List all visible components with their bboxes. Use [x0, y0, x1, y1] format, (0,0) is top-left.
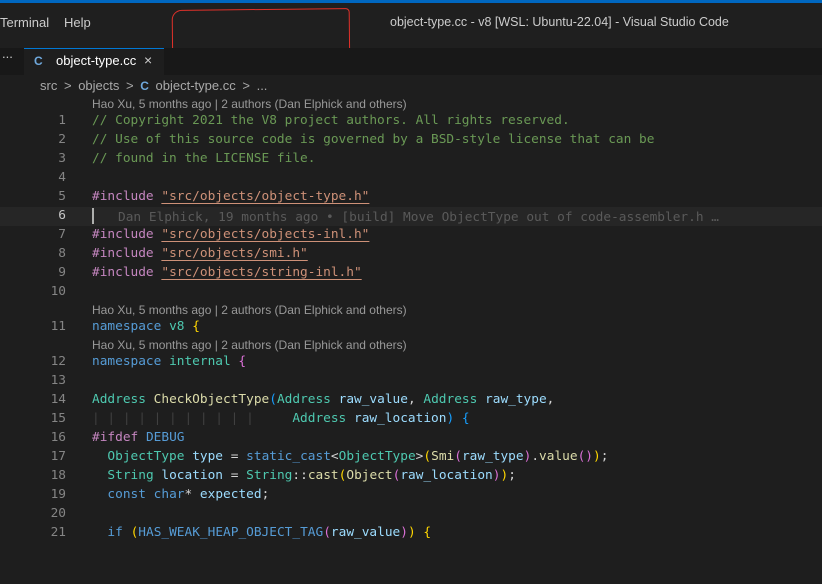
menu-terminal[interactable]: Terminal	[0, 15, 49, 30]
breadcrumb-separator: >	[126, 78, 134, 93]
code-line[interactable]: 19 const char* expected;	[0, 486, 822, 505]
code-line[interactable]: 20	[0, 505, 822, 524]
line-number: 5	[58, 189, 66, 204]
code-line[interactable]: 15 | | | | | | | | | | | Address raw_loc…	[0, 410, 822, 429]
code-line[interactable]: 3 // found in the LICENSE file.	[0, 150, 822, 169]
line-number: 16	[50, 430, 66, 445]
line-number: 3	[58, 151, 66, 166]
code-text: // Use of this source code is governed b…	[92, 132, 655, 147]
menu-help[interactable]: Help	[64, 15, 91, 30]
code-line[interactable]: 7 #include "src/objects/objects-inl.h"	[0, 226, 822, 245]
breadcrumb-separator: >	[242, 78, 250, 93]
breadcrumb-separator: >	[63, 78, 72, 93]
line-number: 21	[50, 525, 66, 540]
line-number: 10	[50, 284, 66, 299]
text-cursor	[92, 208, 94, 224]
code-text: const char* expected;	[107, 487, 270, 502]
code-text: namespace v8 {	[92, 319, 200, 334]
code-text: Dan Elphick, 19 months ago • [build] Mov…	[92, 208, 719, 225]
breadcrumb-objects[interactable]: objects	[78, 78, 119, 93]
code-line[interactable]: 18 String location = String::cast(Object…	[0, 467, 822, 486]
code-line-current[interactable]: 6 Dan Elphick, 19 months ago • [build] M…	[0, 207, 822, 226]
line-number: 17	[50, 449, 66, 464]
code-text: #ifdef DEBUG	[92, 430, 185, 445]
line-number: 6	[58, 208, 66, 223]
tab-bar: ... C object-type.cc ×	[0, 46, 822, 75]
line-number: 14	[50, 392, 66, 407]
code-text: | | | | | | | | | | | Address raw_locati…	[92, 411, 470, 426]
code-line[interactable]: 8 #include "src/objects/smi.h"	[0, 245, 822, 264]
code-text: // found in the LICENSE file.	[92, 151, 316, 166]
line-number: 1	[58, 113, 66, 128]
code-text: ObjectType type = static_cast<ObjectType…	[107, 449, 609, 464]
code-text: if (HAS_WEAK_HEAP_OBJECT_TAG(raw_value))…	[107, 525, 432, 540]
close-icon[interactable]: ×	[144, 52, 152, 68]
breadcrumb-more[interactable]: ...	[257, 78, 268, 93]
code-text: namespace internal {	[92, 354, 247, 369]
line-number: 19	[50, 487, 66, 502]
line-number: 7	[58, 227, 66, 242]
line-number: 15	[50, 411, 66, 426]
title-bar: Terminal Help object-type.cc - v8 [WSL: …	[0, 0, 822, 49]
code-line[interactable]: 1 // Copyright 2021 the V8 project autho…	[0, 112, 822, 131]
code-text: #include "src/objects/objects-inl.h"	[92, 227, 370, 242]
breadcrumb-src[interactable]: src	[40, 78, 57, 93]
cpp-file-icon: C	[34, 54, 43, 68]
code-text: #include "src/objects/smi.h"	[92, 246, 308, 261]
code-line[interactable]: 16 #ifdef DEBUG	[0, 429, 822, 448]
code-text: // Copyright 2021 the V8 project authors…	[92, 113, 570, 128]
line-number: 11	[50, 319, 66, 334]
inline-blame[interactable]: Dan Elphick, 19 months ago • [build] Mov…	[118, 210, 719, 225]
title-accent-strip	[0, 0, 822, 3]
code-line[interactable]: 13	[0, 372, 822, 391]
code-line[interactable]: 17 ObjectType type = static_cast<ObjectT…	[0, 448, 822, 467]
cpp-file-icon: C	[140, 79, 149, 93]
code-editor[interactable]: Hao Xu, 5 months ago | 2 authors (Dan El…	[0, 95, 822, 540]
line-number: 18	[50, 468, 66, 483]
code-line[interactable]: 5 #include "src/objects/object-type.h"	[0, 188, 822, 207]
code-line[interactable]: 2 // Use of this source code is governed…	[0, 131, 822, 150]
code-line[interactable]: 21 if (HAS_WEAK_HEAP_OBJECT_TAG(raw_valu…	[0, 524, 822, 543]
code-line[interactable]: 10	[0, 283, 822, 302]
code-line[interactable]: 4	[0, 169, 822, 188]
codelens-blame[interactable]: Hao Xu, 5 months ago | 2 authors (Dan El…	[92, 338, 407, 352]
tab-object-type-cc[interactable]: C object-type.cc ×	[24, 48, 164, 75]
code-line[interactable]: 9 #include "src/objects/string-inl.h"	[0, 264, 822, 283]
line-number: 13	[50, 373, 66, 388]
code-text: #include "src/objects/object-type.h"	[92, 189, 370, 204]
window-title: object-type.cc - v8 [WSL: Ubuntu-22.04] …	[390, 15, 729, 29]
line-number: 20	[50, 506, 66, 521]
code-text: Address CheckObjectType(Address raw_valu…	[92, 392, 555, 407]
code-text: String location = String::cast(Object(ra…	[107, 468, 516, 483]
tab-label: object-type.cc	[56, 53, 137, 68]
breadcrumb: src > objects > C object-type.cc > ...	[40, 78, 270, 93]
line-number: 8	[58, 246, 66, 261]
overflow-dots[interactable]: ...	[2, 46, 13, 61]
line-number: 12	[50, 354, 66, 369]
line-number: 2	[58, 132, 66, 147]
code-line[interactable]: 14 Address CheckObjectType(Address raw_v…	[0, 391, 822, 410]
code-line[interactable]: 11 namespace v8 {	[0, 318, 822, 337]
codelens-blame[interactable]: Hao Xu, 5 months ago | 2 authors (Dan El…	[92, 303, 407, 317]
line-number: 4	[58, 170, 66, 185]
breadcrumb-file[interactable]: object-type.cc	[156, 78, 236, 93]
code-text: #include "src/objects/string-inl.h"	[92, 265, 362, 280]
code-line[interactable]: 12 namespace internal {	[0, 353, 822, 372]
codelens-blame[interactable]: Hao Xu, 5 months ago | 2 authors (Dan El…	[92, 97, 407, 111]
line-number: 9	[58, 265, 66, 280]
